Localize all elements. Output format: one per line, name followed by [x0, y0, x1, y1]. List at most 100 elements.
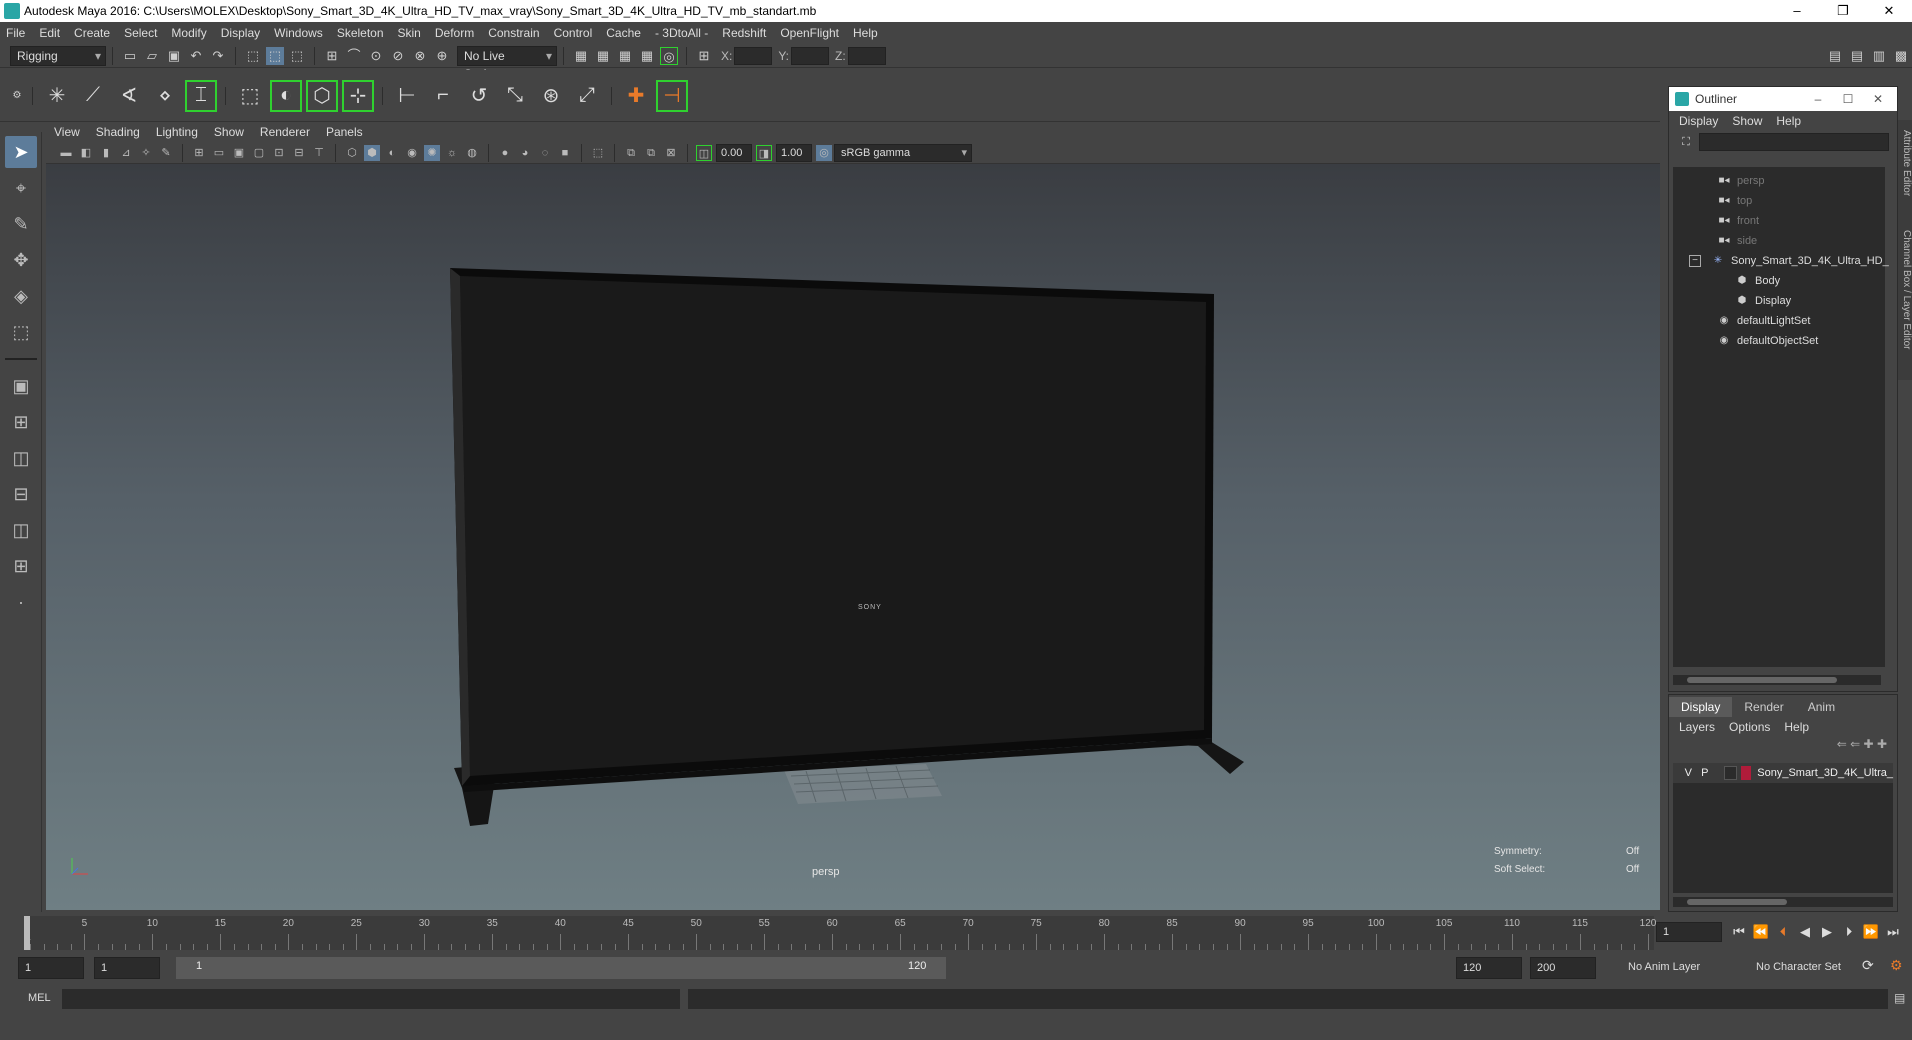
- hypershade-layout-icon[interactable]: ⊞: [5, 550, 37, 582]
- range-bar[interactable]: 1 120: [176, 957, 946, 979]
- layer-type-toggle[interactable]: [1724, 766, 1737, 780]
- new-scene-icon[interactable]: ▭: [121, 47, 139, 65]
- side-by-side-icon[interactable]: ◫: [5, 442, 37, 474]
- select-camera-icon[interactable]: ▬: [58, 145, 74, 161]
- tool-settings-toggle-icon[interactable]: ▥: [1870, 47, 1888, 65]
- outliner-close-button[interactable]: ✕: [1863, 87, 1893, 111]
- save-scene-icon[interactable]: ▣: [165, 47, 183, 65]
- command-input[interactable]: [62, 989, 680, 1009]
- outliner-minimize-button[interactable]: –: [1803, 87, 1833, 111]
- hypershade-icon[interactable]: ▦: [638, 47, 656, 65]
- restore-button[interactable]: ❐: [1820, 0, 1866, 22]
- current-frame-field[interactable]: 1: [1656, 922, 1722, 942]
- outliner-item-defaultobjectset[interactable]: ◉ defaultObjectSet: [1717, 331, 1819, 351]
- menu-display[interactable]: Display: [221, 26, 260, 40]
- panel-menu-shading[interactable]: Shading: [96, 125, 140, 139]
- pole-vector-icon[interactable]: ⤢: [571, 80, 603, 112]
- menu-deform[interactable]: Deform: [435, 26, 474, 40]
- safe-title-icon[interactable]: ⊤: [311, 145, 327, 161]
- ik-handle-icon[interactable]: ⟋: [77, 80, 109, 112]
- menu-constrain[interactable]: Constrain: [488, 26, 539, 40]
- close-button[interactable]: ✕: [1866, 0, 1912, 22]
- snap-curve-icon[interactable]: ⌒: [345, 47, 363, 65]
- textured-icon[interactable]: ◉: [404, 145, 420, 161]
- modeling-toolkit-icon[interactable]: ▤: [1826, 47, 1844, 65]
- anti-aliasing-icon[interactable]: ◕: [517, 145, 533, 161]
- preferences-icon[interactable]: ⚙: [1890, 957, 1903, 974]
- menu-openflight[interactable]: OpenFlight: [780, 26, 839, 40]
- persp-outliner-icon[interactable]: ◫: [5, 514, 37, 546]
- four-view-icon[interactable]: ⊞: [5, 406, 37, 438]
- menu-file[interactable]: File: [6, 26, 25, 40]
- step-forward-frame-icon[interactable]: ⏵: [1838, 924, 1860, 940]
- outliner-item-display[interactable]: ⬢ Display: [1735, 291, 1791, 311]
- animation-start-field[interactable]: 1: [18, 957, 84, 979]
- new-layer-icon[interactable]: ✚: [1864, 737, 1874, 751]
- gate-mask-icon[interactable]: ▢: [251, 145, 267, 161]
- panel-menu-panels[interactable]: Panels: [326, 125, 363, 139]
- outliner-menu-show[interactable]: Show: [1732, 114, 1762, 128]
- minimize-button[interactable]: –: [1774, 0, 1820, 22]
- attribute-editor-toggle-icon[interactable]: ▤: [1848, 47, 1866, 65]
- snap-view-plane-icon[interactable]: ⊘: [389, 47, 407, 65]
- layer-menu-layers[interactable]: Layers: [1679, 720, 1715, 734]
- z-field[interactable]: [847, 46, 886, 65]
- field-chart-icon[interactable]: ⊡: [271, 145, 287, 161]
- select-by-hierarchy-icon[interactable]: ⬚: [244, 47, 262, 65]
- menu-modify[interactable]: Modify: [171, 26, 206, 40]
- menu-edit[interactable]: Edit: [39, 26, 60, 40]
- insert-joint-icon[interactable]: ⋄: [149, 80, 181, 112]
- menu-select[interactable]: Select: [124, 26, 157, 40]
- use-all-lights-icon[interactable]: ✺: [424, 144, 440, 161]
- outliner-item-defaultlightset[interactable]: ◉ defaultLightSet: [1717, 311, 1811, 331]
- menu-3dtoall[interactable]: - 3DtoAll -: [655, 26, 708, 40]
- rotate-tool-icon[interactable]: ◈: [5, 280, 37, 312]
- single-view-icon[interactable]: ▣: [5, 370, 37, 402]
- layer-color-swatch[interactable]: [1740, 766, 1752, 780]
- outliner-restore-button[interactable]: ☐: [1833, 87, 1863, 111]
- auto-key-icon[interactable]: ⟳: [1862, 957, 1874, 974]
- gamma-field[interactable]: 1.00: [776, 143, 812, 162]
- menu-control[interactable]: Control: [554, 26, 593, 40]
- channel-box-toggle-icon[interactable]: ▩: [1892, 47, 1910, 65]
- redo-icon[interactable]: ↷: [209, 47, 227, 65]
- scale-constraint-icon[interactable]: ⤡: [499, 80, 531, 112]
- move-layer-up-icon[interactable]: ⇐: [1837, 737, 1847, 751]
- wireframe-on-shaded-icon[interactable]: ◐: [384, 145, 400, 161]
- color-management-icon[interactable]: ◎: [816, 144, 832, 161]
- outliner-menu-help[interactable]: Help: [1776, 114, 1801, 128]
- panel-menu-renderer[interactable]: Renderer: [260, 125, 310, 139]
- step-back-frame-icon[interactable]: ⏴: [1772, 924, 1794, 940]
- character-set-dropdown[interactable]: No Character Set: [1756, 961, 1841, 973]
- open-scene-icon[interactable]: ▱: [143, 47, 161, 65]
- toggle-hud-icon[interactable]: ⊠: [663, 145, 679, 161]
- playback-start-field[interactable]: 1: [94, 957, 160, 979]
- render-current-frame-icon[interactable]: ▦: [572, 47, 590, 65]
- wireframe-icon[interactable]: ⬡: [344, 145, 360, 161]
- bookmark-icon[interactable]: ▮: [98, 145, 114, 161]
- layer-hscrollbar[interactable]: [1673, 897, 1893, 907]
- motion-blur-icon[interactable]: ●: [497, 145, 513, 161]
- step-forward-key-icon[interactable]: ⏩: [1860, 924, 1882, 940]
- panel-menu-lighting[interactable]: Lighting: [156, 125, 198, 139]
- menu-skeleton[interactable]: Skeleton: [337, 26, 384, 40]
- select-by-object-icon[interactable]: ⬚: [266, 46, 284, 65]
- transform-mode-icon[interactable]: ⊞: [695, 47, 713, 65]
- outliner-hscrollbar[interactable]: [1673, 675, 1881, 685]
- outliner-item-persp[interactable]: ■◂ persp: [1717, 171, 1764, 191]
- ambient-occlusion-icon[interactable]: ◍: [464, 145, 480, 161]
- script-editor-icon[interactable]: ▤: [1894, 991, 1905, 1005]
- time-ruler[interactable]: 1 5 10 15 20 25 30 35 40 45 50 55 60 65 70 75 80 85 90 95 1…: [24, 916, 1656, 950]
- menu-cache[interactable]: Cache: [606, 26, 641, 40]
- outliner-menu-display[interactable]: Display: [1679, 114, 1718, 128]
- collapse-icon[interactable]: −: [1689, 255, 1701, 267]
- play-backwards-icon[interactable]: ◀: [1794, 924, 1816, 940]
- xray-components-icon[interactable]: ⧉: [643, 145, 659, 161]
- aim-constraint-icon[interactable]: ⊛: [535, 80, 567, 112]
- layer-menu-help[interactable]: Help: [1784, 720, 1809, 734]
- live-surface-icon[interactable]: ⊕: [433, 47, 451, 65]
- snap-grid-icon[interactable]: ⊞: [323, 47, 341, 65]
- render-view-icon[interactable]: ◎: [660, 46, 678, 65]
- go-to-start-icon[interactable]: ⏮: [1728, 924, 1750, 940]
- layer-menu-options[interactable]: Options: [1729, 720, 1770, 734]
